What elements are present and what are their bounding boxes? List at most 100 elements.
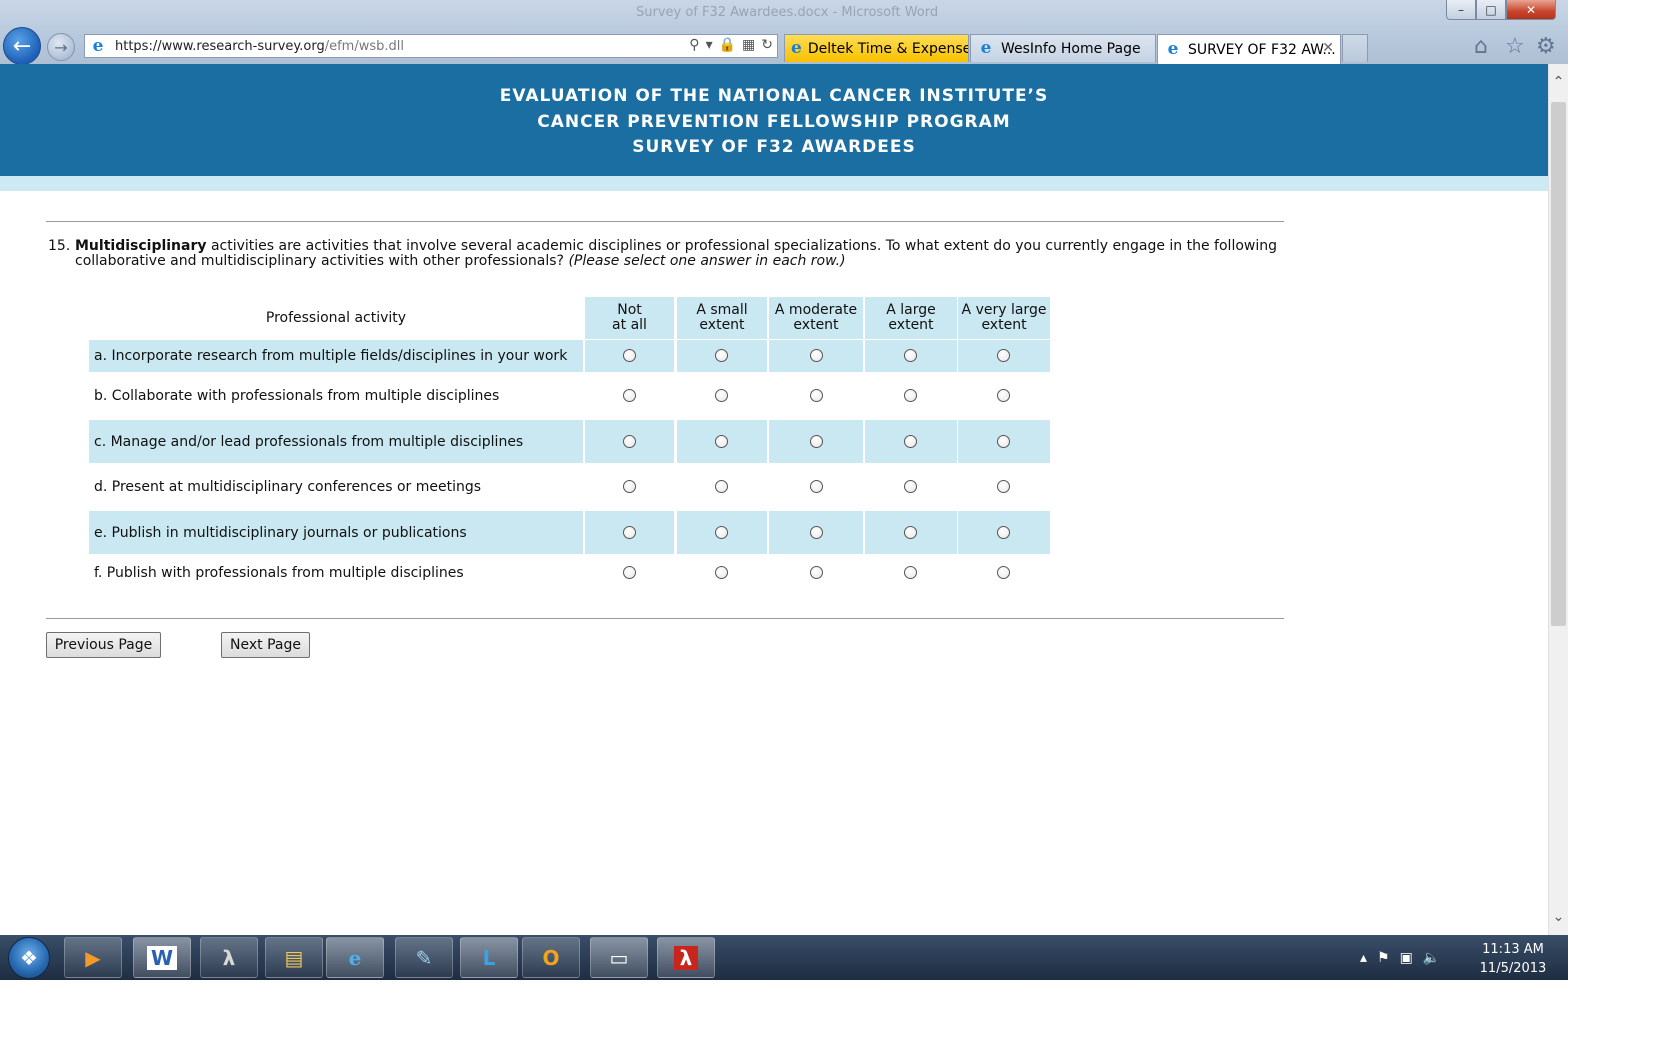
radio-moderate-extent[interactable] [810, 566, 823, 579]
radio-large-extent[interactable] [904, 435, 917, 448]
cell-very-large-extent [958, 340, 1050, 372]
vertical-scrollbar[interactable]: ⌃ ⌄ [1548, 64, 1568, 935]
radio-not-at-all[interactable] [623, 389, 636, 402]
cell-very-large-extent [958, 556, 1050, 589]
lock-icon[interactable]: 🔒 [719, 37, 736, 53]
address-bar[interactable]: e https://www.research-survey.org/efm/ws… [84, 34, 778, 58]
internet-explorer-icon: e [348, 945, 362, 970]
radio-not-at-all[interactable] [623, 435, 636, 448]
cell-small-extent [677, 340, 767, 372]
taskbar-outlook[interactable]: O [522, 937, 580, 978]
radio-small-extent[interactable] [715, 566, 728, 579]
question-bold-term: Multidisciplinary [75, 238, 207, 254]
taskbar-notepad[interactable]: ✎ [395, 937, 453, 978]
taskbar-adobe-reader[interactable]: λ [657, 937, 715, 978]
taskbar-internet-explorer[interactable]: e [326, 937, 384, 978]
forward-button[interactable]: → [47, 33, 75, 61]
tray-expand-icon[interactable]: ▴ [1360, 950, 1367, 966]
radio-small-extent[interactable] [715, 349, 728, 362]
radio-very-large-extent[interactable] [997, 566, 1010, 579]
url-host: https://www.research-survey.org [115, 39, 325, 54]
cell-small-extent [677, 465, 767, 508]
question-number: 15. [48, 238, 71, 254]
taskbar-acrobat[interactable]: λ [200, 937, 258, 978]
settings-gear-icon[interactable]: ⚙ [1536, 34, 1556, 59]
maximize-button[interactable]: □ [1476, 0, 1506, 20]
ie-page-icon: e [92, 36, 104, 56]
document-icon: ▭ [609, 945, 629, 970]
radio-moderate-extent[interactable] [810, 389, 823, 402]
scroll-up-arrow-icon[interactable]: ⌃ [1549, 74, 1568, 90]
cell-not-at-all [585, 556, 674, 589]
close-window-button[interactable]: ✕ [1506, 0, 1556, 20]
radio-moderate-extent[interactable] [810, 349, 823, 362]
radio-very-large-extent[interactable] [997, 435, 1010, 448]
radio-large-extent[interactable] [904, 526, 917, 539]
taskbar-clock[interactable]: 11:13 AM 11/5/2013 [1478, 940, 1548, 978]
radio-not-at-all[interactable] [623, 526, 636, 539]
volume-icon[interactable]: 🔈 [1423, 950, 1440, 966]
header-line-1: Not [617, 302, 642, 318]
radio-small-extent[interactable] [715, 435, 728, 448]
radio-very-large-extent[interactable] [997, 526, 1010, 539]
bottom-divider [46, 618, 1284, 619]
header-line-1: A very large [961, 302, 1047, 318]
radio-large-extent[interactable] [904, 566, 917, 579]
radio-large-extent[interactable] [904, 349, 917, 362]
grid-row-e: e. Publish in multidisciplinary journals… [89, 511, 1051, 554]
scroll-thumb[interactable] [1551, 102, 1566, 626]
radio-not-at-all[interactable] [623, 480, 636, 493]
close-tab-icon[interactable]: ✕ [1322, 40, 1334, 56]
radio-large-extent[interactable] [904, 389, 917, 402]
radio-very-large-extent[interactable] [997, 389, 1010, 402]
taskbar-file-explorer[interactable]: ▤ [265, 937, 323, 978]
column-header-large-extent: A large extent [865, 297, 957, 339]
cell-large-extent [865, 511, 957, 554]
previous-page-button[interactable]: Previous Page [46, 632, 161, 658]
top-divider [46, 221, 1284, 222]
favorites-star-icon[interactable]: ☆ [1505, 34, 1525, 59]
header-line-2: extent [699, 317, 745, 333]
url-text[interactable]: https://www.research-survey.org/efm/wsb.… [115, 39, 404, 54]
back-button[interactable]: ← [3, 27, 41, 65]
header-line-2: extent [981, 317, 1027, 333]
taskbar-document[interactable]: ▭ [590, 937, 648, 978]
radio-moderate-extent[interactable] [810, 435, 823, 448]
next-page-button[interactable]: Next Page [221, 632, 310, 658]
header-line-1: A large [886, 302, 936, 318]
tab-label: WesInfo Home Page [1001, 40, 1141, 57]
dropdown-icon[interactable]: ▾ [706, 37, 713, 53]
cell-large-extent [865, 340, 957, 372]
compatibility-icon[interactable]: ▦ [742, 37, 755, 53]
radio-moderate-extent[interactable] [810, 526, 823, 539]
scroll-down-arrow-icon[interactable]: ⌄ [1549, 909, 1568, 925]
tab-deltek[interactable]: e Deltek Time & Expense... [784, 34, 969, 62]
new-tab-button[interactable] [1342, 34, 1368, 62]
radio-not-at-all[interactable] [623, 349, 636, 362]
search-icon[interactable]: ⚲ [689, 37, 699, 53]
network-icon[interactable]: ▣ [1400, 950, 1413, 966]
radio-small-extent[interactable] [715, 480, 728, 493]
radio-not-at-all[interactable] [623, 566, 636, 579]
radio-small-extent[interactable] [715, 526, 728, 539]
tab-survey[interactable]: e SURVEY OF F32 AW... ✕ [1157, 34, 1341, 64]
home-icon[interactable]: ⌂ [1474, 34, 1488, 59]
grid-row-c: c. Manage and/or lead professionals from… [89, 420, 1051, 463]
cell-not-at-all [585, 376, 674, 416]
taskbar-lync[interactable]: L [460, 937, 518, 978]
radio-large-extent[interactable] [904, 480, 917, 493]
taskbar-media-player[interactable]: ▶ [64, 937, 122, 978]
cell-small-extent [677, 376, 767, 416]
tab-wesinfo[interactable]: e WesInfo Home Page [970, 34, 1156, 62]
start-button[interactable]: ❖ [8, 937, 50, 979]
taskbar-word[interactable]: W [133, 937, 191, 978]
radio-moderate-extent[interactable] [810, 480, 823, 493]
radio-very-large-extent[interactable] [997, 480, 1010, 493]
refresh-icon[interactable]: ↻ [761, 37, 773, 53]
minimize-button[interactable]: – [1446, 0, 1476, 20]
radio-very-large-extent[interactable] [997, 349, 1010, 362]
radio-small-extent[interactable] [715, 389, 728, 402]
banner-line-1: EVALUATION OF THE NATIONAL CANCER INSTIT… [499, 86, 1049, 106]
action-center-flag-icon[interactable]: ⚑ [1377, 950, 1390, 966]
grid-row-d: d. Present at multidisciplinary conferen… [89, 465, 1051, 508]
